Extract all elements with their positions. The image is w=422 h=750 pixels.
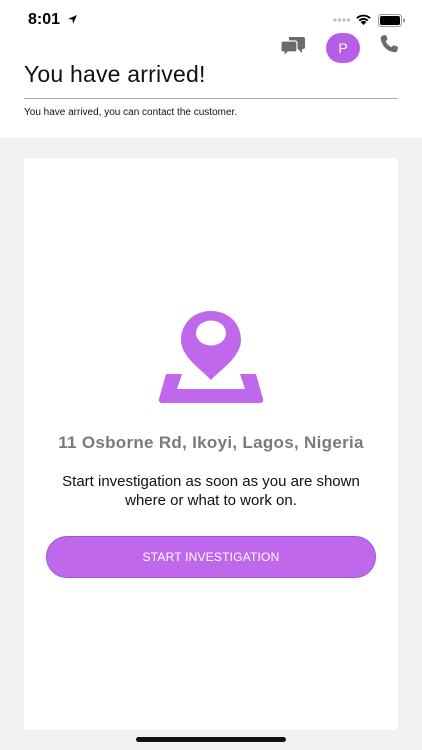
cellular-signal-icon: [333, 18, 351, 22]
instruction-text: Start investigation as soon as you are s…: [62, 473, 360, 509]
title-divider: [24, 98, 398, 99]
page-subtitle: You have arrived, you can contact the cu…: [24, 107, 238, 118]
header-actions: P: [0, 32, 422, 64]
customer-address: 11 Osborne Rd, Ikoyi, Lagos, Nigeria: [58, 433, 364, 452]
phone-icon[interactable]: [379, 34, 399, 54]
page-title: You have arrived!: [24, 61, 206, 87]
start-investigation-button[interactable]: START INVESTIGATION: [46, 536, 376, 578]
chat-bubbles-icon[interactable]: [281, 35, 307, 57]
user-avatar[interactable]: P: [326, 33, 360, 63]
home-indicator: [136, 737, 286, 742]
location-arrow-icon: [68, 15, 77, 24]
battery-icon: [378, 14, 405, 27]
status-time: 8:01: [28, 11, 61, 28]
wifi-icon: [356, 14, 371, 25]
map-pin-icon: [158, 311, 264, 404]
